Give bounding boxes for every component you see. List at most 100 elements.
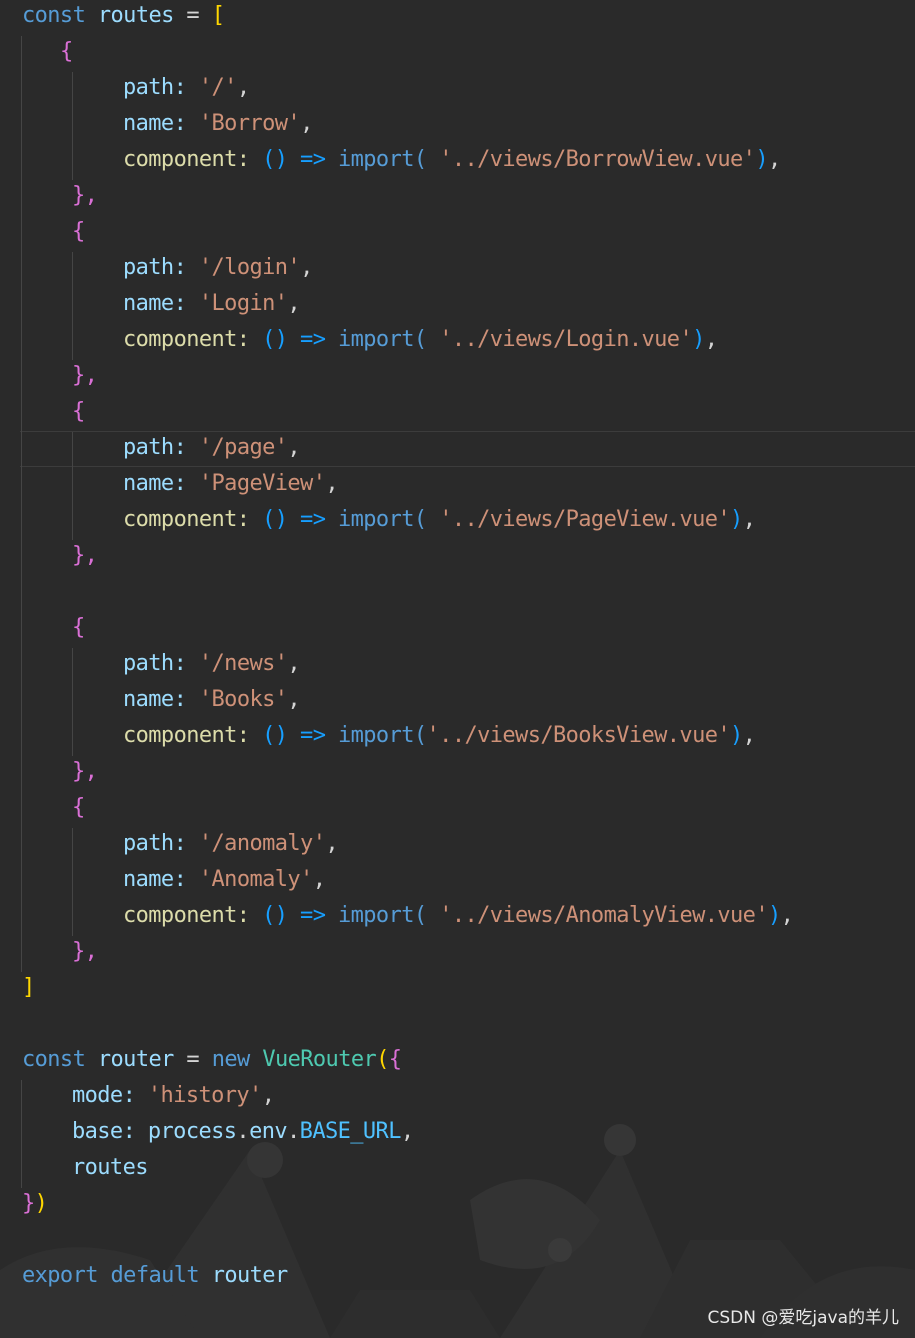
code-line-route-open[interactable]: { xyxy=(72,214,85,250)
code-line-route-component[interactable]: component: () => import( '../views/Login… xyxy=(123,322,718,358)
indent-guide xyxy=(72,252,73,360)
keyword-new: new xyxy=(211,1047,251,1072)
code-line-route-name[interactable]: name: 'Anomaly', xyxy=(123,862,326,898)
code-line-route-path[interactable]: path: '/anomaly', xyxy=(123,826,339,862)
property-key: path: xyxy=(123,75,187,100)
code-line-router-close[interactable]: }) xyxy=(22,1186,48,1222)
bracket-close: ] xyxy=(22,975,35,1000)
identifier-process: process xyxy=(147,1119,237,1144)
code-line-routes-decl[interactable]: const routes = [ xyxy=(22,0,225,34)
string-value: '/login' xyxy=(198,255,301,280)
code-line-route-close[interactable]: }, xyxy=(72,358,98,394)
keyword-export: export xyxy=(22,1263,98,1288)
bracket-open: [ xyxy=(211,3,225,28)
arrow-function: () => xyxy=(262,327,326,352)
import-path: '../views/BorrowView.vue' xyxy=(439,147,756,172)
arrow-function: () => xyxy=(262,903,326,928)
code-line-route-component[interactable]: component: () => import('../views/BooksV… xyxy=(123,718,756,754)
code-editor[interactable]: const routes = [ { path: '/', name: 'Bor… xyxy=(0,0,915,1338)
code-line-route-name[interactable]: name: 'Login', xyxy=(123,286,301,322)
string-value: 'Books' xyxy=(198,687,288,712)
brace-open: { xyxy=(72,615,85,640)
code-line-route-close[interactable]: }, xyxy=(72,934,98,970)
code-line-route-path[interactable]: path: '/page', xyxy=(123,430,301,466)
indent-guide xyxy=(72,72,73,180)
string-value: '/' xyxy=(198,75,238,100)
identifier-router: router xyxy=(97,1047,174,1072)
keyword-const: const xyxy=(22,1047,86,1072)
code-line-route-component[interactable]: component: () => import( '../views/Borro… xyxy=(123,142,781,178)
code-line-route-name[interactable]: name: 'Books', xyxy=(123,682,301,718)
code-line-route-open[interactable]: { xyxy=(72,394,85,430)
code-line-routes-close[interactable]: ] xyxy=(22,970,35,1006)
import-call: import( xyxy=(338,147,427,172)
import-call: import( xyxy=(338,507,427,532)
code-line-route-open[interactable]: { xyxy=(72,610,85,646)
identifier-routes: routes xyxy=(72,1155,148,1180)
identifier-router: router xyxy=(211,1263,288,1288)
code-line-route-path[interactable]: path: '/news', xyxy=(123,646,301,682)
code-line-router-base[interactable]: base: process.env.BASE_URL, xyxy=(72,1114,414,1150)
brace-close: }, xyxy=(72,543,98,568)
operator-assign: = xyxy=(186,3,200,28)
property-key: path: xyxy=(123,831,187,856)
code-line-export[interactable]: export default router xyxy=(22,1258,288,1294)
code-line-route-component[interactable]: component: () => import( '../views/PageV… xyxy=(123,502,756,538)
brace-open: { xyxy=(72,219,85,244)
string-value: 'Borrow' xyxy=(198,111,301,136)
import-path: '../views/Login.vue' xyxy=(439,327,693,352)
code-line-route-open[interactable]: { xyxy=(60,34,73,70)
string-value: 'history' xyxy=(147,1083,262,1108)
property-key: name: xyxy=(123,471,187,496)
party-hat-shape xyxy=(120,1150,330,1338)
string-value: '/page' xyxy=(198,435,288,460)
import-call: import( xyxy=(338,723,427,748)
string-value: 'PageView' xyxy=(198,471,326,496)
code-line-route-path[interactable]: path: '/', xyxy=(123,70,250,106)
indent-guide xyxy=(21,1080,22,1188)
code-line-route-name[interactable]: name: 'Borrow', xyxy=(123,106,313,142)
code-line-route-close[interactable]: }, xyxy=(72,754,98,790)
property-key: component: xyxy=(123,147,250,172)
import-path: '../views/BooksView.vue' xyxy=(426,723,731,748)
import-call: import( xyxy=(338,903,427,928)
property-key: component: xyxy=(123,903,250,928)
paren-close: ) xyxy=(34,1191,48,1216)
code-line-route-path[interactable]: path: '/login', xyxy=(123,250,313,286)
brace-close: }, xyxy=(72,363,98,388)
code-line-router-routes[interactable]: routes xyxy=(72,1150,148,1186)
code-line-router-mode[interactable]: mode: 'history', xyxy=(72,1078,275,1114)
brace-close: } xyxy=(22,1191,35,1216)
property-key: name: xyxy=(123,687,187,712)
string-value: 'Anomaly' xyxy=(198,867,313,892)
indent-guide xyxy=(72,432,73,540)
identifier-routes: routes xyxy=(97,3,174,28)
watermark: CSDN @爱吃java的羊儿 xyxy=(707,1308,900,1328)
code-line-route-name[interactable]: name: 'PageView', xyxy=(123,466,339,502)
brace-close: }, xyxy=(72,759,98,784)
identifier-env: env xyxy=(249,1119,288,1144)
class-vuerouter: VueRouter xyxy=(262,1047,377,1072)
brace-open: { xyxy=(388,1047,402,1072)
code-line-router-decl[interactable]: const router = new VueRouter({ xyxy=(22,1042,402,1078)
import-path: '../views/PageView.vue' xyxy=(439,507,731,532)
code-line-route-component[interactable]: component: () => import( '../views/Anoma… xyxy=(123,898,794,934)
string-value: '/anomaly' xyxy=(198,831,326,856)
property-key: component: xyxy=(123,327,250,352)
import-call: import( xyxy=(338,327,427,352)
import-path: '../views/AnomalyView.vue' xyxy=(439,903,768,928)
brace-open: { xyxy=(60,39,73,64)
brace-close: }, xyxy=(72,939,98,964)
property-key: component: xyxy=(123,723,250,748)
code-line-route-close[interactable]: }, xyxy=(72,538,98,574)
constant-base-url: BASE_URL xyxy=(299,1119,402,1144)
code-line-route-open[interactable]: { xyxy=(72,790,85,826)
string-value: 'Login' xyxy=(198,291,288,316)
operator-assign: = xyxy=(186,1047,200,1072)
indent-guide xyxy=(72,648,73,756)
property-key: mode: xyxy=(72,1083,136,1108)
brace-close: }, xyxy=(72,183,98,208)
property-key: path: xyxy=(123,651,187,676)
brace-open: { xyxy=(72,795,85,820)
code-line-route-close[interactable]: }, xyxy=(72,178,98,214)
